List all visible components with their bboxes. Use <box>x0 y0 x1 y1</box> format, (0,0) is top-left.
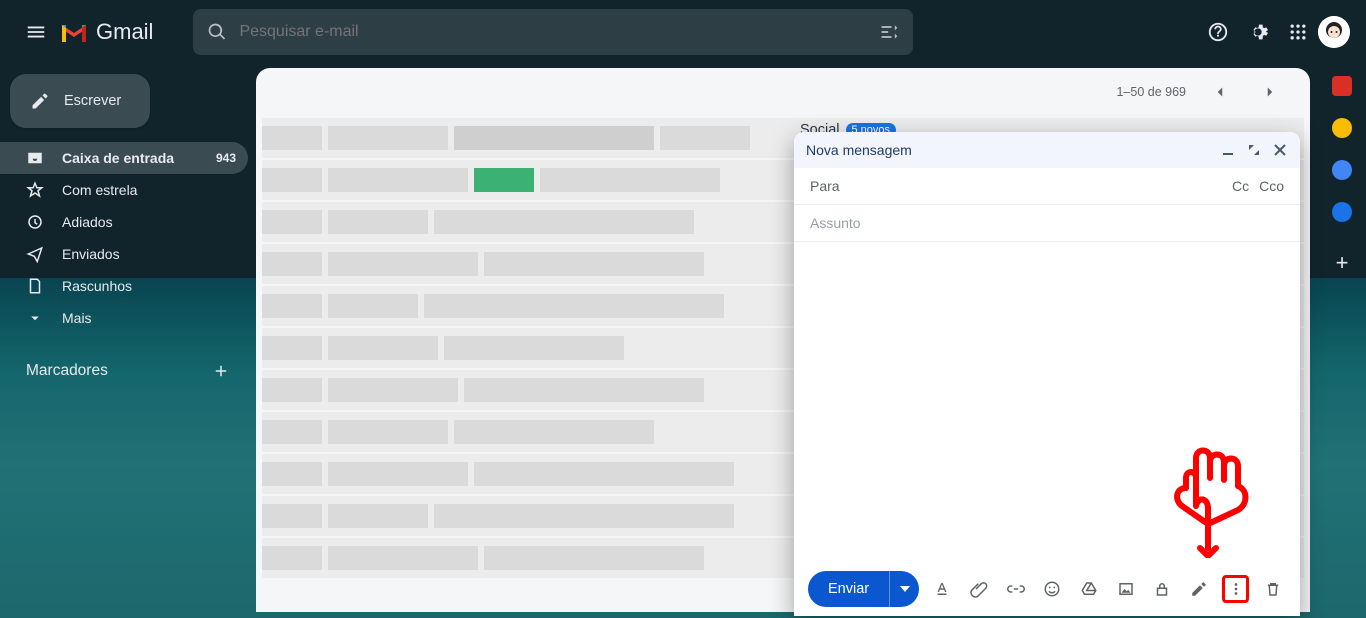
sidebar-item-starred[interactable]: Com estrela <box>0 174 248 206</box>
attach-button[interactable] <box>966 575 993 603</box>
sidebar-item-label: Caixa de entrada <box>62 150 174 166</box>
plus-icon <box>212 362 230 380</box>
text-format-icon <box>933 580 951 598</box>
chevron-left-icon <box>1211 83 1229 101</box>
sidebar-item-label: Mais <box>62 310 92 326</box>
trash-icon <box>1264 580 1282 598</box>
subject-field[interactable]: Assunto <box>794 205 1300 242</box>
compose-body[interactable] <box>794 242 1300 562</box>
main-menu-button[interactable] <box>16 12 56 52</box>
next-page-button[interactable] <box>1254 76 1286 108</box>
to-label: Para <box>810 178 840 194</box>
pencil-icon <box>30 91 50 111</box>
avatar-icon <box>1318 16 1350 48</box>
sidebar-item-label: Enviados <box>62 246 120 262</box>
star-icon <box>26 181 44 199</box>
app-name: Gmail <box>96 19 153 45</box>
fullscreen-button[interactable] <box>1246 142 1262 158</box>
gmail-logo-icon <box>60 22 88 42</box>
app-logo[interactable]: Gmail <box>60 19 153 45</box>
drive-icon <box>1080 580 1098 598</box>
nav-list: Caixa de entrada 943 Com estrela Adiados… <box>0 142 248 334</box>
pen-icon <box>1190 580 1208 598</box>
apps-button[interactable] <box>1278 12 1318 52</box>
pagination-range: 1–50 de 969 <box>1116 85 1186 99</box>
search-input[interactable] <box>239 23 879 41</box>
side-panel: + <box>1318 76 1366 276</box>
labels-header: Marcadores <box>0 362 248 380</box>
compose-title: Nova mensagem <box>806 142 912 158</box>
compose-window: Nova mensagem Para Cc Cco Assunto Enviar <box>794 132 1300 616</box>
compose-header[interactable]: Nova mensagem <box>794 132 1300 168</box>
formatting-button[interactable] <box>929 575 956 603</box>
discard-draft-button[interactable] <box>1259 575 1286 603</box>
search-options-icon[interactable] <box>879 22 899 42</box>
link-icon <box>1007 580 1025 598</box>
tasks-app-icon[interactable] <box>1332 160 1352 180</box>
inbox-icon <box>26 149 44 167</box>
sidebar-item-more[interactable]: Mais <box>0 302 248 334</box>
add-label-button[interactable] <box>212 362 230 380</box>
calendar-app-icon[interactable] <box>1332 76 1352 96</box>
emoji-button[interactable] <box>1039 575 1066 603</box>
hamburger-icon <box>25 21 47 43</box>
help-icon <box>1207 21 1229 43</box>
apps-grid-icon <box>1288 22 1308 42</box>
gear-icon <box>1247 21 1269 43</box>
drive-button[interactable] <box>1076 575 1103 603</box>
to-field[interactable]: Para Cc Cco <box>794 168 1300 205</box>
minimize-button[interactable] <box>1220 142 1236 158</box>
send-options-button[interactable] <box>889 571 919 607</box>
contacts-app-icon[interactable] <box>1332 202 1352 222</box>
add-addon-button[interactable]: + <box>1336 250 1349 276</box>
keep-app-icon[interactable] <box>1332 118 1352 138</box>
chevron-right-icon <box>1261 83 1279 101</box>
draft-icon <box>26 277 44 295</box>
app-header: Gmail <box>0 0 1366 64</box>
sidebar-item-label: Com estrela <box>62 182 137 198</box>
sidebar-item-inbox[interactable]: Caixa de entrada 943 <box>0 142 248 174</box>
search-icon <box>207 22 227 42</box>
sidebar-item-label: Rascunhos <box>62 278 132 294</box>
caret-down-icon <box>900 584 910 594</box>
settings-button[interactable] <box>1238 12 1278 52</box>
chevron-down-icon <box>26 309 44 327</box>
labels-title: Marcadores <box>26 362 108 380</box>
paperclip-icon <box>970 580 988 598</box>
emoji-icon <box>1043 580 1061 598</box>
cc-toggle[interactable]: Cc <box>1232 178 1249 194</box>
compose-label: Escrever <box>64 93 121 109</box>
sidebar: Escrever Caixa de entrada 943 Com estrel… <box>0 64 248 380</box>
insert-image-button[interactable] <box>1112 575 1139 603</box>
prev-page-button[interactable] <box>1204 76 1236 108</box>
close-button[interactable] <box>1272 142 1288 158</box>
support-button[interactable] <box>1198 12 1238 52</box>
account-avatar[interactable] <box>1318 16 1350 48</box>
send-button-group: Enviar <box>808 571 919 607</box>
expand-icon <box>1248 144 1260 156</box>
clock-icon <box>26 213 44 231</box>
compose-footer: Enviar <box>794 562 1300 616</box>
image-icon <box>1117 580 1135 598</box>
inbox-count: 943 <box>216 151 236 165</box>
more-vert-icon <box>1227 580 1245 598</box>
sidebar-item-sent[interactable]: Enviados <box>0 238 248 270</box>
sidebar-item-label: Adiados <box>62 214 113 230</box>
minimize-icon <box>1222 144 1234 156</box>
confidential-button[interactable] <box>1149 575 1176 603</box>
close-icon <box>1274 144 1286 156</box>
search-bar[interactable] <box>193 9 913 55</box>
more-options-button[interactable] <box>1222 575 1249 603</box>
bcc-toggle[interactable]: Cco <box>1259 178 1284 194</box>
list-toolbar: 1–50 de 969 <box>256 68 1310 116</box>
insert-link-button[interactable] <box>1002 575 1029 603</box>
sidebar-item-snoozed[interactable]: Adiados <box>0 206 248 238</box>
subject-placeholder: Assunto <box>810 215 861 231</box>
send-button[interactable]: Enviar <box>808 571 889 607</box>
send-icon <box>26 245 44 263</box>
lock-icon <box>1153 580 1171 598</box>
signature-button[interactable] <box>1186 575 1213 603</box>
compose-button[interactable]: Escrever <box>10 74 150 128</box>
sidebar-item-drafts[interactable]: Rascunhos <box>0 270 248 302</box>
